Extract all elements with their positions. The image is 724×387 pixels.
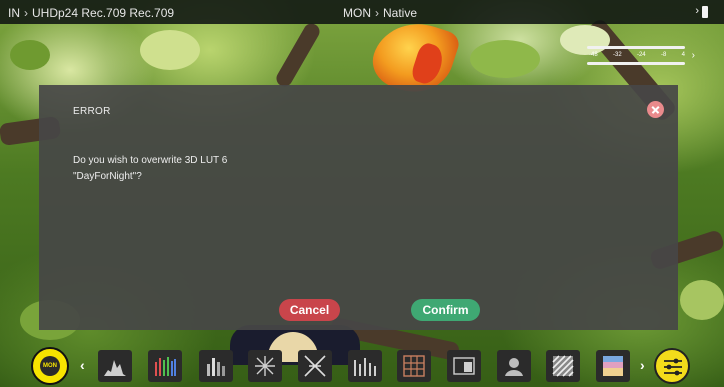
close-icon[interactable] [647, 101, 664, 118]
settings-sliders-button[interactable] [654, 348, 690, 384]
bottom-toolbar: MON ‹ › [0, 345, 724, 387]
chevron-right-icon: › [695, 5, 699, 17]
input-label: IN [8, 6, 20, 20]
false-color-icon[interactable] [596, 350, 630, 382]
confirm-button[interactable]: Confirm [411, 299, 480, 321]
zebra-icon[interactable] [546, 350, 580, 382]
dialog-message-line: "DayForNight"? [73, 171, 142, 182]
audio-meter-scale: -48 -32 -24 -8 4 [589, 52, 685, 58]
rgb-parade-icon[interactable] [148, 350, 182, 382]
cancel-button[interactable]: Cancel [279, 299, 340, 321]
chevron-right-icon[interactable]: › [640, 357, 645, 373]
audio-meter-bar [587, 46, 685, 49]
meter-tick: -24 [636, 52, 646, 58]
dialog-title: ERROR [73, 106, 111, 117]
cross-vectorscope-icon[interactable] [298, 350, 332, 382]
audio-meter[interactable]: -48 -32 -24 -8 4 › [585, 44, 695, 66]
dialog-message-line: Do you wish to overwrite 3D LUT 6 [73, 155, 228, 166]
monitor-label: MON [343, 6, 371, 20]
monitor-mode: Native [383, 6, 418, 20]
status-bar: IN › UHDp24 Rec.709 Rec.709 MON › Native › [0, 0, 724, 24]
mon-button[interactable]: MON [31, 347, 69, 385]
meter-tick: -48 [589, 52, 598, 58]
monitor-status[interactable]: MON › Native [343, 6, 417, 20]
error-dialog: ERROR Do you wish to overwrite 3D LUT 6 … [39, 85, 678, 330]
dialog-message: Do you wish to overwrite 3D LUT 6 "DayFo… [73, 153, 227, 185]
input-status[interactable]: IN › UHDp24 Rec.709 Rec.709 [8, 6, 174, 20]
waveform-icon[interactable] [348, 350, 382, 382]
anamorphic-icon[interactable] [447, 350, 481, 382]
vectorscope-icon[interactable] [248, 350, 282, 382]
chevron-right-icon: › [24, 6, 28, 20]
chevron-right-icon: › [691, 50, 695, 61]
grid-overlay-icon[interactable] [397, 350, 431, 382]
battery-icon[interactable] [702, 6, 708, 18]
meter-tick: -8 [660, 52, 667, 58]
chevron-left-icon[interactable]: ‹ [80, 357, 85, 373]
meter-tick: -32 [612, 52, 622, 58]
chevron-right-icon: › [375, 6, 379, 20]
focus-peaking-icon[interactable] [497, 350, 531, 382]
sliders-icon [664, 358, 682, 376]
luma-waveform-icon[interactable] [199, 350, 233, 382]
input-format: UHDp24 Rec.709 Rec.709 [32, 6, 175, 20]
audio-meter-bar [587, 62, 685, 65]
meter-tick: 4 [681, 52, 685, 58]
mon-label: MON [40, 356, 60, 376]
histogram-icon[interactable] [98, 350, 132, 382]
